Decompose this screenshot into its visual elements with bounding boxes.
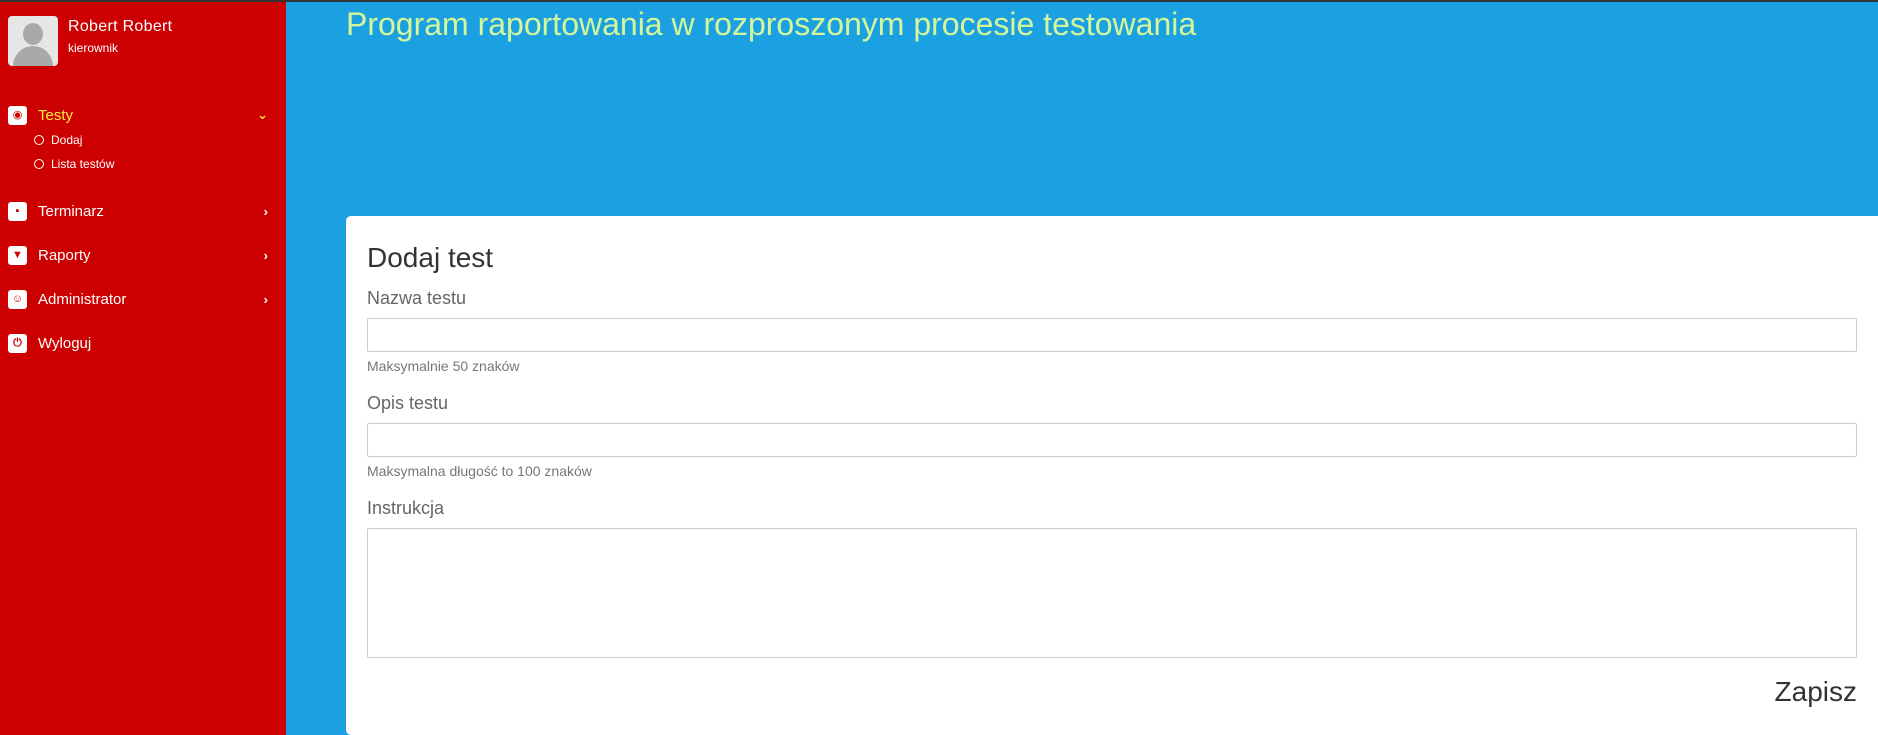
sidebar-item-label: Raporty [38,246,91,264]
test-description-label: Opis testu [367,393,449,413]
test-name-label: Nazwa testu [367,288,467,308]
sidebar-item-raporty[interactable]: ▼ Raporty › [8,244,268,266]
circle-icon [34,159,44,169]
instructions-label: Instrukcja [367,498,445,518]
sidebar-item-administrator[interactable]: ☺ Administrator › [8,288,268,310]
test-name-help: Maksymalnie 50 znaków [367,358,520,374]
sidebar-item-label: Wyloguj [38,334,92,352]
sidebar-subitem-label: Dodaj [51,133,83,147]
avatar [8,16,58,66]
form-title: Dodaj test [367,242,494,273]
user-name: Robert Robert [68,18,173,35]
test-name-input[interactable] [367,318,1857,352]
sidebar-item-terminarz[interactable]: ▪ Terminarz › [8,200,268,222]
chevron-right-icon: › [263,247,268,263]
document-icon: ▪ [8,201,27,221]
power-icon: ⏻ [8,333,27,353]
sidebar-item-wyloguj[interactable]: ⏻ Wyloguj [8,332,268,354]
sidebar-subitem-dodaj[interactable]: Dodaj [34,132,82,148]
test-description-input[interactable] [367,423,1857,457]
user-profile: Robert Robert kierownik [8,16,172,66]
smiley-icon: ☺ [8,289,27,309]
instructions-textarea[interactable] [367,528,1857,658]
filter-icon: ▼ [8,245,27,265]
test-description-help: Maksymalna długość to 100 znaków [367,463,592,479]
circle-icon [34,135,44,145]
chevron-down-icon: ⌄ [257,107,268,122]
chevron-right-icon: › [263,203,268,219]
sidebar-subitem-lista-testow[interactable]: Lista testów [34,156,114,172]
sidebar-subitem-label: Lista testów [51,157,115,171]
sidebar-item-label: Terminarz [38,202,104,220]
save-button[interactable]: Zapisz [1775,676,1857,708]
sidebar-item-testy[interactable]: ◉ Testy ⌄ [8,104,268,126]
sidebar-item-label: Administrator [38,290,127,308]
add-test-card: Dodaj test Nazwa testu Maksymalnie 50 zn… [346,216,1878,735]
user-role: kierownik [68,41,119,55]
dashboard-icon: ◉ [8,105,27,125]
app-title: Program raportowania w rozproszonym proc… [346,6,1197,42]
sidebar-item-label: Testy [38,106,74,124]
sidebar: Robert Robert kierownik ◉ Testy ⌄ Dodaj … [0,2,286,735]
chevron-right-icon: › [263,291,268,307]
